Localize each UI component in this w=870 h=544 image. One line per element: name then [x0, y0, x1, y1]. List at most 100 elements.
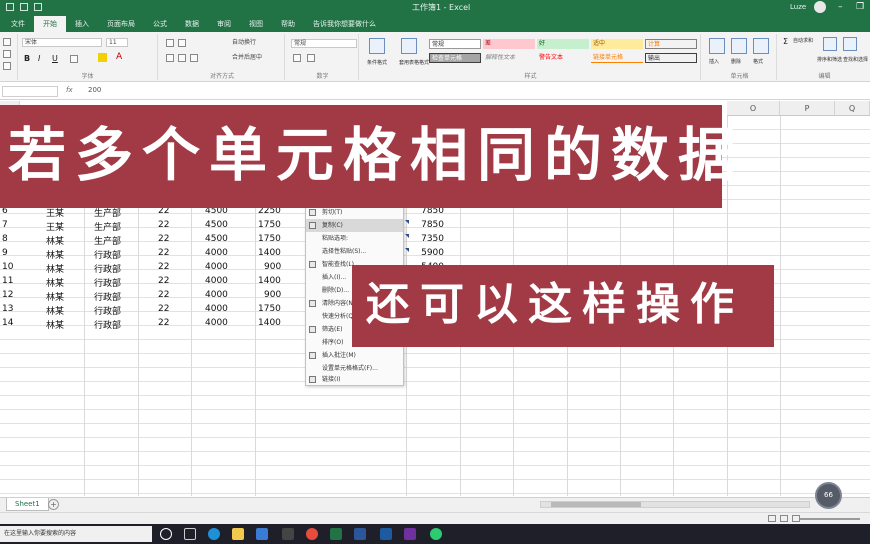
fill-color-icon[interactable]: [98, 53, 107, 62]
excel-icon[interactable]: [330, 528, 342, 540]
number-format-select[interactable]: 常规: [291, 39, 357, 48]
app-icon[interactable]: [380, 528, 392, 540]
cell-dept[interactable]: 行政部: [94, 290, 121, 303]
conditional-format-label[interactable]: 条件格式: [365, 58, 399, 68]
paste-icon[interactable]: [3, 38, 11, 46]
sheet-tab[interactable]: Sheet1: [6, 498, 49, 511]
underline-button[interactable]: U: [52, 54, 58, 63]
font-name-select[interactable]: 宋体: [22, 38, 102, 47]
find-select-icon[interactable]: [843, 37, 857, 51]
file-explorer-icon[interactable]: [232, 528, 244, 540]
avatar[interactable]: [814, 1, 827, 13]
sort-filter-icon[interactable]: [823, 37, 837, 51]
edge-icon[interactable]: [208, 528, 220, 540]
merge-center-button[interactable]: 合并后居中: [230, 54, 284, 63]
quick-access-toolbar[interactable]: [6, 3, 42, 11]
style-check-cell[interactable]: 检查单元格: [429, 53, 481, 63]
undo-icon[interactable]: [20, 3, 28, 11]
cell-salary[interactable]: 4000: [205, 304, 228, 314]
tab-formulas[interactable]: 公式: [144, 16, 176, 32]
menu-item-paste-special[interactable]: 选择性粘贴(S)...: [306, 245, 403, 258]
redo-icon[interactable]: [34, 3, 42, 11]
column-header[interactable]: Q: [835, 101, 870, 116]
save-icon[interactable]: [6, 3, 14, 11]
style-normal[interactable]: 常规: [429, 39, 481, 49]
cell-bonus[interactable]: 1400: [258, 318, 281, 328]
cell-bonus[interactable]: 1400: [258, 248, 281, 258]
cell-name[interactable]: 林某: [46, 262, 64, 275]
floating-assistant-bubble[interactable]: 66: [815, 482, 842, 509]
cell-salary[interactable]: 4000: [205, 262, 228, 272]
restore-icon[interactable]: ❐: [854, 2, 866, 12]
delete-label[interactable]: 删除: [729, 57, 751, 67]
normal-view-icon[interactable]: [768, 515, 776, 522]
task-view-icon[interactable]: [160, 528, 172, 540]
formula-input[interactable]: 200: [88, 86, 101, 94]
cell-bonus[interactable]: 1400: [258, 276, 281, 286]
column-header[interactable]: O: [727, 101, 780, 116]
cell-name[interactable]: 林某: [46, 318, 64, 331]
menu-item-insert-comment[interactable]: 插入批注(M): [306, 349, 403, 362]
tab-help[interactable]: 帮助: [272, 16, 304, 32]
align-top-icon[interactable]: [166, 39, 174, 47]
delete-cells-icon[interactable]: [731, 38, 747, 54]
align-center-icon[interactable]: [178, 54, 186, 62]
sort-filter-label[interactable]: 排序和筛选: [815, 55, 843, 65]
style-warning[interactable]: 警告文本: [537, 53, 589, 63]
cell-name[interactable]: 林某: [46, 234, 64, 247]
cell-total[interactable]: 5900: [408, 248, 444, 258]
cell-days[interactable]: 22: [158, 262, 169, 272]
tab-page-layout[interactable]: 页面布局: [98, 16, 144, 32]
cell-name[interactable]: 林某: [46, 248, 64, 261]
app-icon[interactable]: [282, 528, 294, 540]
style-linked-cell[interactable]: 链接单元格: [591, 53, 643, 63]
insert-cells-icon[interactable]: [709, 38, 725, 54]
cell-bonus[interactable]: 900: [264, 262, 281, 272]
format-painter-icon[interactable]: [3, 62, 11, 70]
menu-item-link[interactable]: 链接(I): [306, 373, 403, 386]
font-color-icon[interactable]: A: [116, 52, 122, 62]
taskbar-search[interactable]: 在这里输入你要搜索的内容: [0, 526, 152, 542]
tab-data[interactable]: 数据: [176, 16, 208, 32]
chrome-icon[interactable]: [306, 528, 318, 540]
bold-button[interactable]: B: [24, 54, 30, 63]
menu-item-copy[interactable]: 复制(C): [306, 219, 403, 232]
store-icon[interactable]: [256, 528, 268, 540]
cell-name[interactable]: 林某: [46, 290, 64, 303]
cell-name[interactable]: 林某: [46, 304, 64, 317]
table-format-label[interactable]: 套用表格格式: [397, 58, 431, 68]
user-name[interactable]: Luze: [790, 3, 806, 11]
cell-total[interactable]: 7850: [408, 220, 444, 230]
cell-days[interactable]: 22: [158, 234, 169, 244]
cell-name[interactable]: 王某: [46, 220, 64, 233]
italic-button[interactable]: I: [38, 54, 40, 63]
cell-days[interactable]: 22: [158, 276, 169, 286]
cell-bonus[interactable]: 900: [264, 290, 281, 300]
align-right-icon[interactable]: [190, 54, 198, 62]
scroll-thumb[interactable]: [551, 502, 641, 507]
cell-dept[interactable]: 行政部: [94, 304, 121, 317]
style-explanatory[interactable]: 解释性文本: [483, 53, 535, 63]
multitask-icon[interactable]: [184, 528, 196, 540]
format-cells-icon[interactable]: [753, 38, 769, 54]
align-middle-icon[interactable]: [178, 39, 186, 47]
tab-home[interactable]: 开始: [34, 16, 66, 32]
table-format-icon[interactable]: [401, 38, 417, 54]
cell-bonus[interactable]: 1750: [258, 220, 281, 230]
tab-file[interactable]: 文件: [2, 16, 34, 32]
align-left-icon[interactable]: [166, 54, 174, 62]
tab-review[interactable]: 审阅: [208, 16, 240, 32]
font-size-select[interactable]: 11: [106, 38, 128, 47]
insert-label[interactable]: 插入: [707, 57, 729, 67]
view-buttons[interactable]: [768, 515, 800, 522]
cell-salary[interactable]: 4000: [205, 318, 228, 328]
cut-icon[interactable]: [3, 50, 11, 58]
onenote-icon[interactable]: [404, 528, 416, 540]
cell-total[interactable]: 7350: [408, 234, 444, 244]
cell-salary[interactable]: 4500: [205, 234, 228, 244]
find-select-label[interactable]: 查找和选择: [841, 55, 869, 65]
cell-days[interactable]: 22: [158, 318, 169, 328]
style-calculation[interactable]: 计算: [645, 39, 697, 49]
style-bad[interactable]: 差: [483, 39, 535, 49]
cell-days[interactable]: 22: [158, 290, 169, 300]
